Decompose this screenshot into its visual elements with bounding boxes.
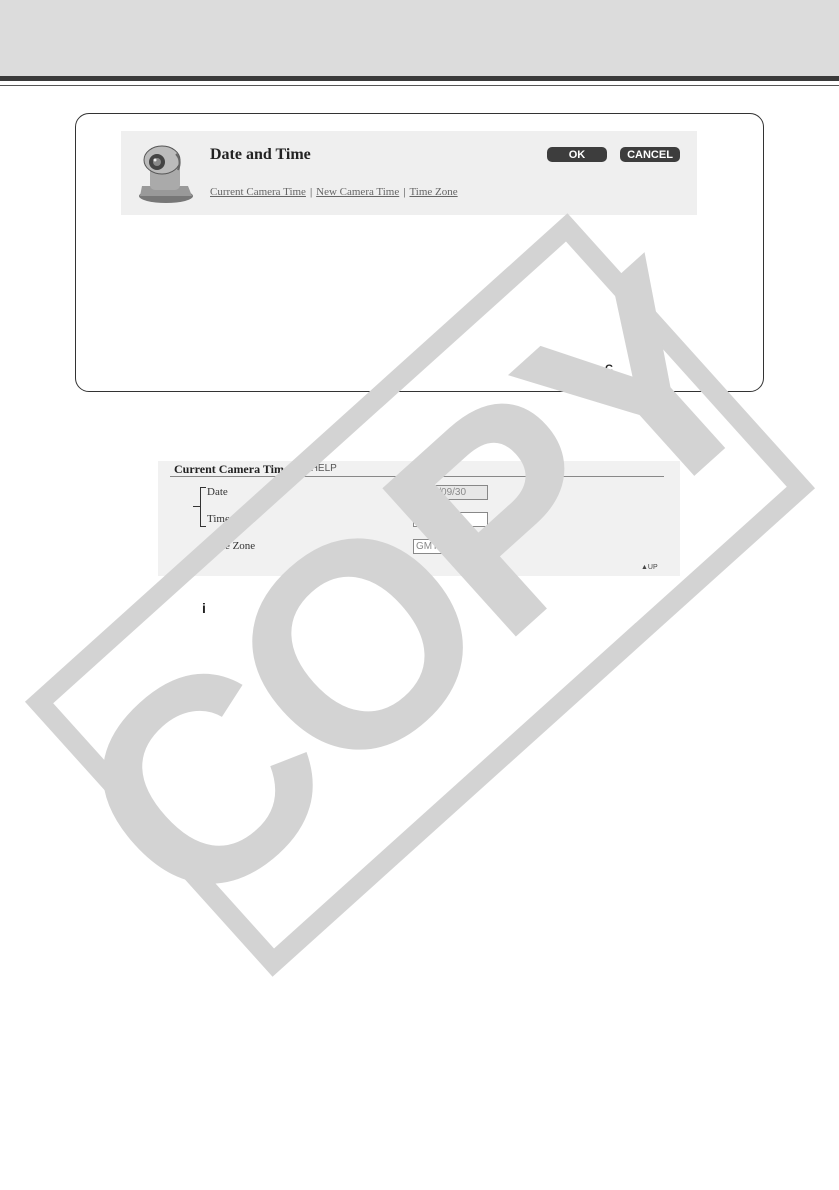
help-link[interactable]: ▶HELP [303,463,337,474]
page-title: Date and Time [210,146,311,163]
time-label: Time [207,513,230,525]
info-marker: i [202,600,206,616]
date-time-header-panel [121,131,697,215]
camera-icon [139,145,193,203]
time-zone-field: GMT+09 [413,539,488,554]
section-divider [170,476,664,477]
link-separator: | [309,186,313,198]
date-label: Date [207,486,228,498]
time-field: 21:47:07 [413,512,488,527]
cancel-button[interactable]: CANCEL [620,147,680,162]
up-link[interactable]: ▲UP [641,564,658,571]
ok-button[interactable]: OK [547,147,607,162]
section-links: Current Camera Time | New Camera Time | Time… [210,186,458,198]
date-time-bracket [200,487,206,527]
bracket-stub [193,506,200,507]
link-new-camera-time[interactable]: New Camera Time [316,186,399,198]
header-rule-thick [0,76,839,81]
callout-marker-c: C [605,363,613,375]
link-time-zone[interactable]: Time Zone [409,186,457,198]
link-current-camera-time[interactable]: Current Camera Time [210,186,306,198]
header-rule-thin [0,85,839,86]
date-field: 2004/09/30 [413,485,488,500]
time-zone-label: Time Zone [207,540,256,552]
link-separator: | [403,186,406,198]
section-title: Current Camera Time [174,462,290,476]
page-header-band [0,0,839,76]
